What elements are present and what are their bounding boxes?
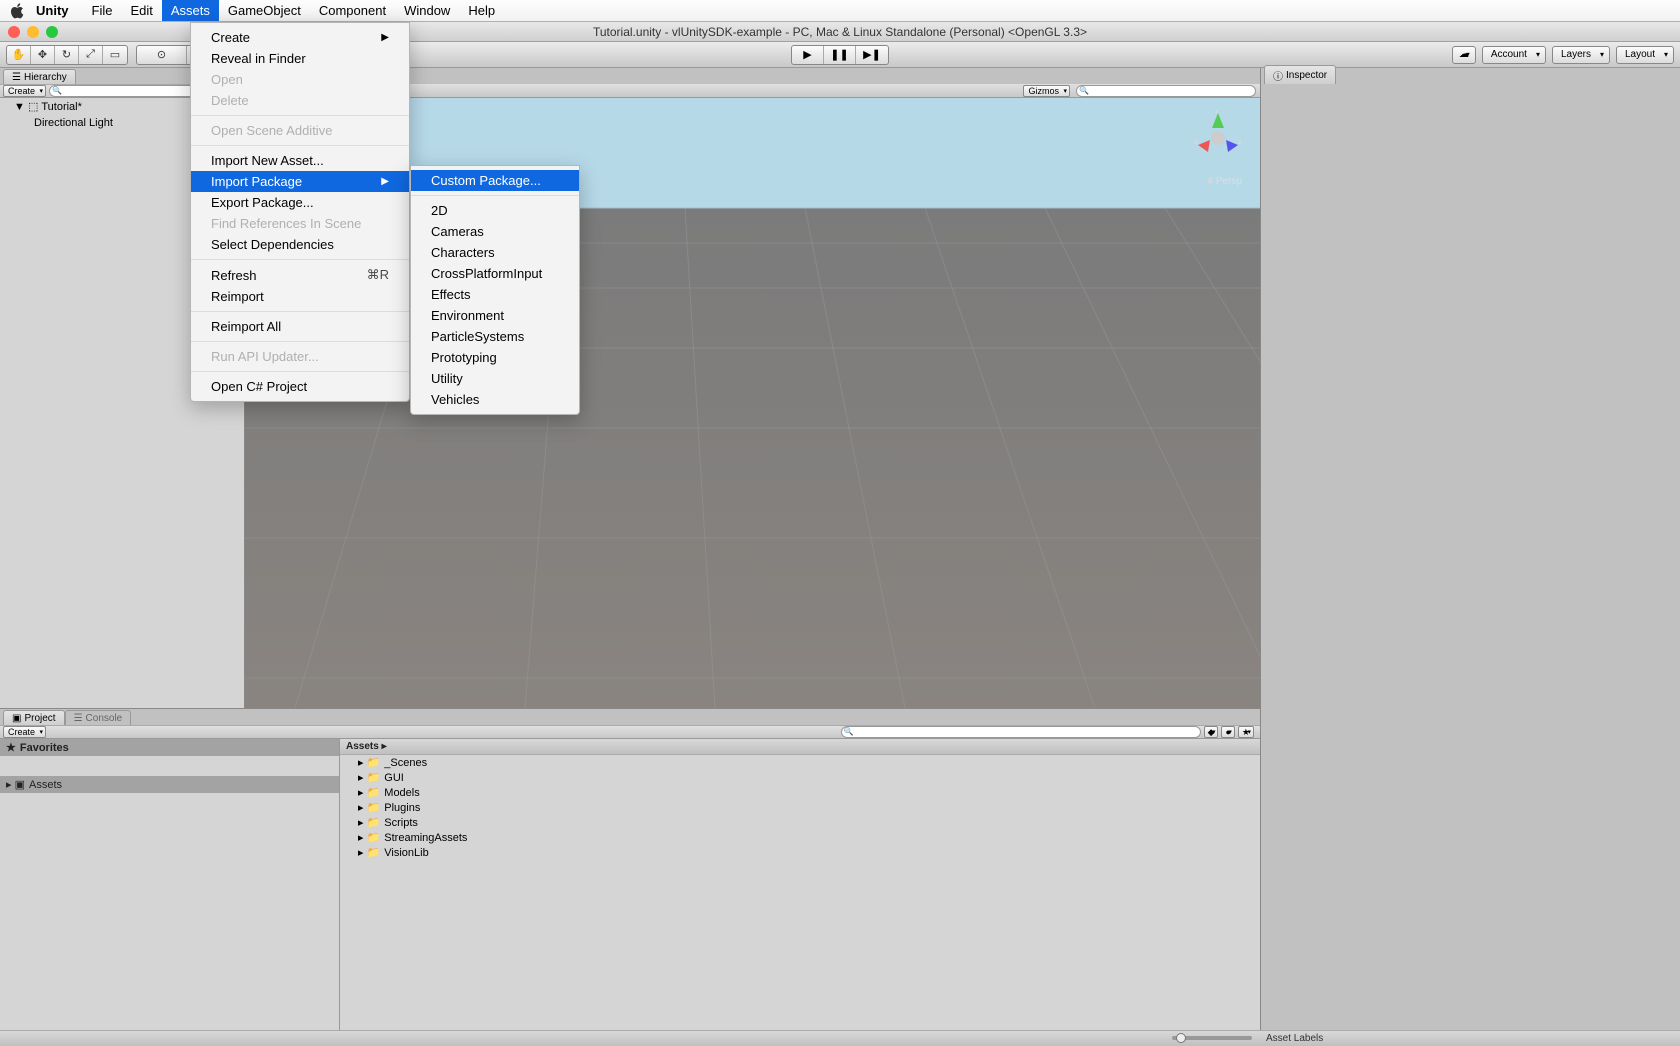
pause-button[interactable]: ❚❚ [824, 46, 856, 64]
folder-item[interactable]: ▸ 📁 GUI [340, 770, 1260, 785]
menu-item: Delete [191, 90, 409, 111]
menu-file[interactable]: File [83, 0, 122, 21]
step-button[interactable]: ▶❚ [856, 46, 888, 64]
orientation-gizmo[interactable]: x z y [1188, 110, 1248, 170]
folder-item[interactable]: ▸ 📁 Scripts [340, 815, 1260, 830]
menu-item[interactable]: Reimport [191, 286, 409, 307]
folder-icon: ▸ 📁 [358, 831, 380, 844]
account-dropdown[interactable]: Account [1482, 46, 1546, 64]
project-footer [0, 1030, 1260, 1046]
asset-labels-bar: Asset Labels [1260, 1030, 1680, 1046]
mac-menubar: Unity File Edit Assets GameObject Compon… [0, 0, 1680, 22]
import-package-submenu: Custom Package... 2DCamerasCharactersCros… [410, 165, 580, 415]
project-create[interactable]: Create [3, 726, 46, 738]
search-filter-2[interactable]: ● [1221, 726, 1234, 738]
folder-icon: ▸ 📁 [358, 801, 380, 814]
apple-icon [10, 3, 26, 19]
rect-tool[interactable]: ▭ [103, 46, 127, 64]
menu-assets[interactable]: Assets [162, 0, 219, 21]
minimize-button[interactable] [27, 26, 39, 38]
menu-help[interactable]: Help [459, 0, 504, 21]
menu-item[interactable]: 2D [411, 200, 579, 221]
assets-menu: Create▶Reveal in FinderOpenDelete Open Sc… [190, 22, 410, 402]
inspector-panel: ⓘ Inspector [1260, 68, 1680, 1046]
menu-item: Find References In Scene [191, 213, 409, 234]
menu-item[interactable]: Refresh⌘R [191, 264, 409, 286]
play-controls: ▶ ❚❚ ▶❚ [791, 45, 889, 65]
folder-icon: ▸ 📁 [358, 846, 380, 859]
menu-item[interactable]: Characters [411, 242, 579, 263]
project-contents: Assets ▸ ▸ 📁 _Scenes▸ 📁 GUI▸ 📁 Models▸ 📁… [340, 739, 1260, 1030]
menu-item[interactable]: Create▶ [191, 27, 409, 48]
menu-item[interactable]: Import Package▶ [191, 171, 409, 192]
scene-search[interactable] [1076, 85, 1256, 97]
folder-icon: ▸ 📁 [358, 786, 380, 799]
menu-item[interactable]: Reveal in Finder [191, 48, 409, 69]
menu-item[interactable]: Custom Package... [411, 170, 579, 191]
menu-window[interactable]: Window [395, 0, 459, 21]
move-tool[interactable]: ✥ [31, 46, 55, 64]
menu-item[interactable]: Import New Asset... [191, 150, 409, 171]
layers-dropdown[interactable]: Layers [1552, 46, 1610, 64]
folder-icon: ▸ 📁 [358, 816, 380, 829]
menu-item[interactable]: Reimport All [191, 316, 409, 337]
menu-item[interactable]: ParticleSystems [411, 326, 579, 347]
menu-item[interactable]: CrossPlatformInput [411, 263, 579, 284]
search-filter-3[interactable]: ★ [1238, 726, 1254, 738]
play-button[interactable]: ▶ [792, 46, 824, 64]
layout-dropdown[interactable]: Layout [1616, 46, 1674, 64]
menu-item[interactable]: Environment [411, 305, 579, 326]
folder-item[interactable]: ▸ 📁 Plugins [340, 800, 1260, 815]
window-title: Tutorial.unity - vlUnitySDK-example - PC… [593, 25, 1087, 39]
menu-item[interactable]: Effects [411, 284, 579, 305]
hierarchy-create[interactable]: Create [3, 85, 46, 97]
hierarchy-tab[interactable]: ☰ Hierarchy [3, 69, 76, 84]
svg-text:x: x [1194, 139, 1198, 146]
menu-item[interactable]: Vehicles [411, 389, 579, 410]
project-breadcrumb[interactable]: Assets ▸ [340, 739, 1260, 755]
persp-label[interactable]: ≡ Persp [1207, 176, 1242, 187]
cloud-button[interactable]: ☁ [1452, 46, 1476, 64]
rotate-tool[interactable]: ↻ [55, 46, 79, 64]
traffic-lights [8, 26, 58, 38]
menu-item[interactable]: Export Package... [191, 192, 409, 213]
svg-text:z: z [1238, 139, 1242, 146]
assets-root-row[interactable]: ▸ ▣ Assets [0, 776, 339, 793]
menu-edit[interactable]: Edit [121, 0, 161, 21]
project-tab[interactable]: ▣ Project [3, 710, 65, 725]
favorites-row[interactable]: ★ Favorites [0, 739, 339, 756]
hand-tool[interactable]: ✋ [7, 46, 31, 64]
menu-item: Open [191, 69, 409, 90]
folder-item[interactable]: ▸ 📁 StreamingAssets [340, 830, 1260, 845]
menu-item[interactable]: Prototyping [411, 347, 579, 368]
menu-item[interactable]: Open C# Project [191, 376, 409, 397]
gizmos-dropdown[interactable]: Gizmos [1023, 85, 1070, 97]
scale-tool[interactable]: ⤢ [79, 46, 103, 64]
project-panel: ▣ Project ☰ Console Create ◆ ● ★ ★ Favor… [0, 708, 1260, 1046]
console-tab[interactable]: ☰ Console [65, 710, 132, 725]
menu-item[interactable]: Cameras [411, 221, 579, 242]
menu-component[interactable]: Component [310, 0, 395, 21]
pivot-toggle[interactable]: ⊙ [137, 46, 187, 64]
zoom-button[interactable] [46, 26, 58, 38]
menu-gameobject[interactable]: GameObject [219, 0, 310, 21]
close-button[interactable] [8, 26, 20, 38]
folder-item[interactable]: ▸ 📁 VisionLib [340, 845, 1260, 860]
inspector-tab[interactable]: ⓘ Inspector [1264, 65, 1336, 84]
app-name: Unity [36, 3, 69, 18]
transform-tools: ✋ ✥ ↻ ⤢ ▭ [6, 45, 128, 65]
search-filter-1[interactable]: ◆ [1204, 726, 1219, 738]
svg-text:y: y [1215, 110, 1219, 114]
folder-item[interactable]: ▸ 📁 _Scenes [340, 755, 1260, 770]
menu-item: Open Scene Additive [191, 120, 409, 141]
folder-item[interactable]: ▸ 📁 Models [340, 785, 1260, 800]
folder-icon: ▸ 📁 [358, 771, 380, 784]
folder-icon: ▸ 📁 [358, 756, 380, 769]
menu-item[interactable]: Select Dependencies [191, 234, 409, 255]
project-search[interactable] [841, 726, 1201, 738]
thumbnail-size-slider[interactable] [1172, 1034, 1252, 1042]
menu-item[interactable]: Utility [411, 368, 579, 389]
project-tree: ★ Favorites ▸ ▣ Assets [0, 739, 340, 1030]
menu-item: Run API Updater... [191, 346, 409, 367]
